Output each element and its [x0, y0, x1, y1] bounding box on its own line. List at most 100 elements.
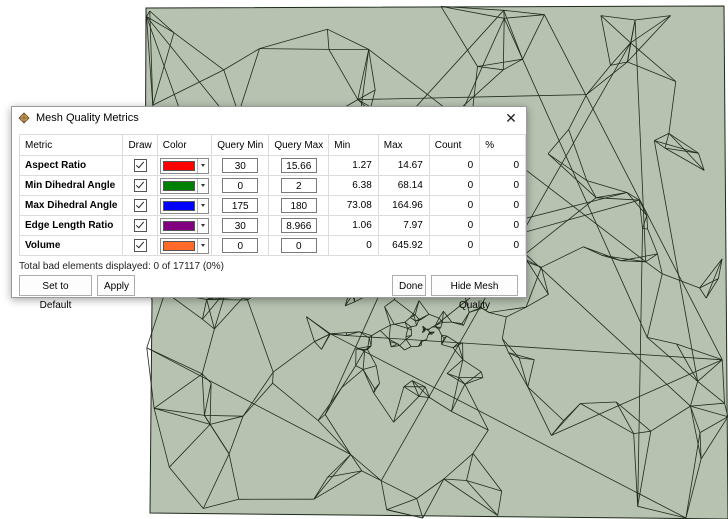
query-max-cell: 0	[268, 235, 330, 256]
table-header-row: Metric Draw Color Query Min Query Max Mi…	[18, 134, 526, 156]
query-max-input[interactable]: 15.66	[280, 158, 317, 173]
color-picker[interactable]	[159, 237, 209, 254]
app-icon	[18, 112, 30, 124]
draw-checkbox[interactable]	[133, 199, 147, 212]
color-cell	[156, 195, 213, 216]
percent-value: 0	[479, 195, 526, 216]
table-row: Edge Length Ratio 30 8.966 1.06 7.97 0 0	[18, 215, 526, 236]
max-value: 68.14	[377, 175, 430, 196]
color-swatch	[162, 220, 195, 231]
draw-cell	[122, 155, 158, 176]
query-max-input[interactable]: 8.966	[280, 218, 317, 233]
dialog-title: Mesh Quality Metrics	[36, 112, 139, 124]
query-max-input[interactable]: 2	[280, 178, 317, 193]
draw-checkbox[interactable]	[133, 179, 147, 192]
min-value: 1.27	[328, 155, 379, 176]
color-swatch	[162, 200, 195, 211]
draw-checkbox[interactable]	[133, 239, 147, 252]
done-button[interactable]: Done	[392, 275, 426, 296]
color-swatch	[162, 160, 195, 171]
status-text: Total bad elements displayed: 0 of 17117…	[19, 261, 224, 272]
query-max-input[interactable]: 0	[280, 238, 317, 253]
min-value: 1.06	[328, 215, 379, 236]
min-value: 73.08	[328, 195, 379, 216]
max-value: 164.96	[377, 195, 430, 216]
draw-cell	[122, 195, 158, 216]
color-cell	[156, 175, 213, 196]
metric-name: Max Dihedral Angle	[18, 195, 124, 216]
draw-cell	[122, 215, 158, 236]
query-min-cell: 0	[211, 235, 270, 256]
metric-name: Aspect Ratio	[18, 155, 124, 176]
count-value: 0	[428, 195, 481, 216]
metric-name: Min Dihedral Angle	[18, 175, 124, 196]
set-to-default-button[interactable]: Set to Default	[19, 275, 92, 311]
column-header-query-min[interactable]: Query Min	[211, 134, 270, 156]
color-swatch	[162, 180, 195, 191]
draw-checkbox[interactable]	[133, 219, 147, 232]
query-min-input[interactable]: 0	[222, 178, 259, 193]
query-max-cell: 180	[268, 195, 330, 216]
max-value: 645.92	[377, 235, 430, 256]
color-cell	[156, 235, 213, 256]
color-cell	[156, 215, 213, 236]
max-value: 7.97	[377, 215, 430, 236]
draw-cell	[122, 235, 158, 256]
table-row: Min Dihedral Angle 0 2 6.38 68.14 0 0	[18, 175, 526, 196]
count-value: 0	[428, 235, 481, 256]
chevron-down-icon[interactable]	[196, 198, 208, 213]
dialog-titlebar[interactable]: Mesh Quality Metrics ✕	[12, 107, 526, 129]
query-max-input[interactable]: 180	[280, 198, 317, 213]
query-min-input[interactable]: 30	[222, 218, 259, 233]
draw-checkbox[interactable]	[133, 159, 147, 172]
mesh-quality-dialog: Mesh Quality Metrics ✕ Metric Draw Color…	[11, 106, 527, 311]
chevron-down-icon[interactable]	[196, 238, 208, 253]
percent-value: 0	[479, 235, 526, 256]
min-value: 6.38	[328, 175, 379, 196]
count-value: 0	[428, 155, 481, 176]
query-max-cell: 15.66	[268, 155, 330, 176]
color-picker[interactable]	[159, 217, 209, 234]
column-header-percent[interactable]: %	[479, 134, 526, 156]
count-value: 0	[428, 175, 481, 196]
min-value: 0	[328, 235, 379, 256]
column-header-draw[interactable]: Draw	[122, 134, 158, 156]
metric-name: Volume	[18, 235, 124, 256]
query-min-cell: 30	[211, 215, 270, 236]
table-row: Volume 0 0 0 645.92 0 0	[18, 235, 526, 256]
metric-name: Edge Length Ratio	[18, 215, 124, 236]
color-picker[interactable]	[159, 157, 209, 174]
query-min-input[interactable]: 0	[222, 238, 259, 253]
column-header-max[interactable]: Max	[377, 134, 430, 156]
hide-mesh-quality-button[interactable]: Hide Mesh Quality	[431, 275, 518, 311]
query-min-cell: 30	[211, 155, 270, 176]
chevron-down-icon[interactable]	[196, 178, 208, 193]
close-button[interactable]: ✕	[496, 107, 526, 129]
chevron-down-icon[interactable]	[196, 158, 208, 173]
query-max-cell: 2	[268, 175, 330, 196]
apply-button[interactable]: Apply	[97, 275, 135, 296]
percent-value: 0	[479, 215, 526, 236]
chevron-down-icon[interactable]	[196, 218, 208, 233]
column-header-count[interactable]: Count	[428, 134, 481, 156]
query-min-cell: 0	[211, 175, 270, 196]
metrics-table: Metric Draw Color Query Min Query Max Mi…	[18, 134, 526, 256]
column-header-color[interactable]: Color	[156, 134, 213, 156]
color-swatch	[162, 240, 195, 251]
column-header-query-max[interactable]: Query Max	[268, 134, 330, 156]
color-picker[interactable]	[159, 197, 209, 214]
query-min-cell: 175	[211, 195, 270, 216]
max-value: 14.67	[377, 155, 430, 176]
query-max-cell: 8.966	[268, 215, 330, 236]
percent-value: 0	[479, 155, 526, 176]
column-header-min[interactable]: Min	[328, 134, 379, 156]
percent-value: 0	[479, 175, 526, 196]
table-row: Aspect Ratio 30 15.66 1.27 14.67 0 0	[18, 155, 526, 176]
table-row: Max Dihedral Angle 175 180 73.08 164.96 0 0	[18, 195, 526, 216]
color-picker[interactable]	[159, 177, 209, 194]
query-min-input[interactable]: 30	[222, 158, 259, 173]
color-cell	[156, 155, 213, 176]
column-header-metric[interactable]: Metric	[18, 134, 124, 156]
draw-cell	[122, 175, 158, 196]
query-min-input[interactable]: 175	[222, 198, 259, 213]
